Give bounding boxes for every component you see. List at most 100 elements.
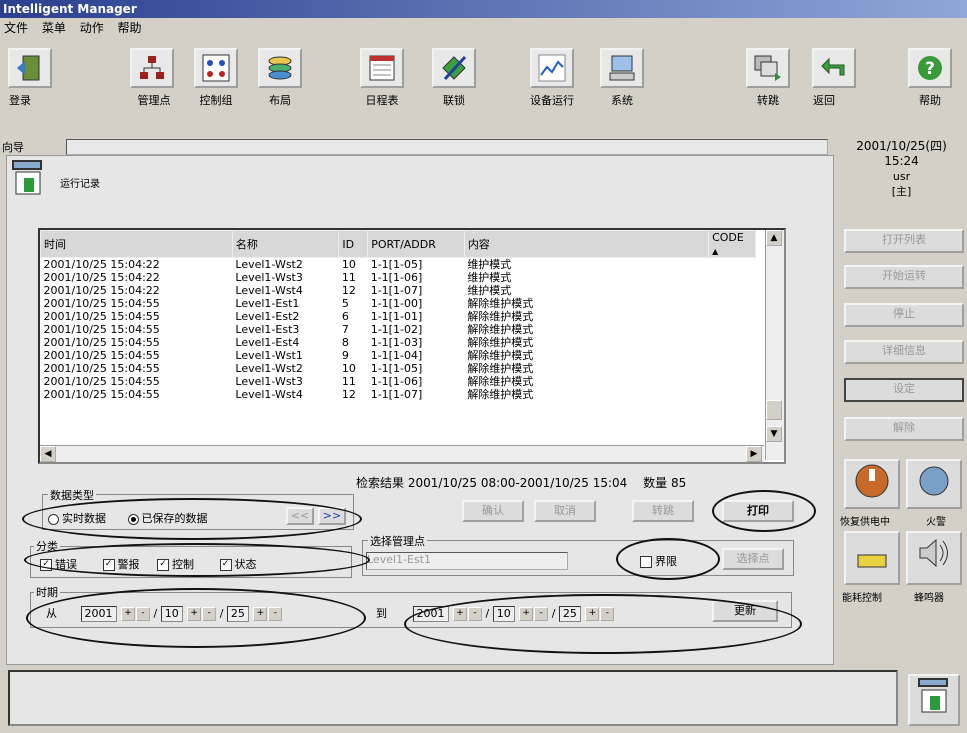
table-cell: 7	[341, 323, 349, 336]
table-cell: 1-1[1-01]	[370, 310, 423, 323]
nav-field	[66, 139, 828, 155]
help-icon: ?	[908, 48, 952, 88]
table-cell: 12	[341, 388, 356, 401]
col-time[interactable]: 时间	[40, 230, 233, 258]
menu-file[interactable]: 文件	[4, 21, 28, 35]
door-icon	[8, 48, 52, 88]
table-row[interactable]: 2001/10/25 15:04:55 Level1-Est2 6 1-1[1-01]…	[41, 310, 756, 323]
menu-help[interactable]: 帮助	[118, 21, 142, 35]
layout-button[interactable]: 布局	[258, 48, 302, 108]
menu-menu[interactable]: 菜单	[42, 21, 66, 35]
table-cell: 5	[341, 297, 349, 310]
fire-alarm-label: 火警	[926, 517, 946, 528]
scroll-right-icon[interactable]: ▶	[746, 446, 762, 462]
fire-alarm-button[interactable]	[906, 459, 962, 509]
window-title: Intelligent Manager	[0, 0, 967, 18]
status-bar	[8, 670, 898, 726]
table-cell	[709, 297, 756, 310]
table-cell: 1-1[1-00]	[370, 297, 423, 310]
clock: 2001/10/25(四) 15:24 usr [主]	[836, 139, 967, 199]
table-row[interactable]: 2001/10/25 15:04:55 Level1-Est1 5 1-1[1-00]…	[41, 297, 756, 310]
table-cell	[709, 258, 756, 272]
interlock-button[interactable]: 联锁	[432, 48, 476, 108]
annotation-ellipse	[24, 543, 370, 577]
start-run-button[interactable]: 开始运转	[844, 265, 964, 289]
page-icon	[12, 160, 46, 203]
help-button[interactable]: ? 帮助	[908, 48, 952, 108]
table-row[interactable]: 2001/10/25 15:04:22 Level1-Wst4 12 1-1[1-07…	[41, 284, 756, 297]
clock-date: 2001/10/25(四)	[856, 139, 947, 153]
toolbar: 登录 管理点 控制组 布局 日程表 联锁 设备运行 系统 转跳 返回 ? 帮助	[0, 40, 967, 130]
menu-action[interactable]: 动作	[80, 21, 104, 35]
table-row[interactable]: 2001/10/25 15:04:55 Level1-Wst1 9 1-1[1-04]…	[41, 349, 756, 362]
table-row[interactable]: 2001/10/25 15:04:55 Level1-Est4 8 1-1[1-03]…	[41, 336, 756, 349]
table-cell: 2001/10/25 15:04:55	[43, 349, 160, 362]
log-table[interactable]: 时间 名称 ID PORT/ADDR 内容 CODE ▲ 2001/10/25 …	[38, 228, 786, 464]
scroll-down-icon[interactable]: ▼	[766, 426, 782, 442]
annotation-ellipse	[616, 538, 720, 580]
table-cell: 维护模式	[467, 271, 512, 284]
col-content[interactable]: 内容	[463, 230, 710, 258]
page-icon	[918, 678, 948, 713]
detail-button[interactable]: 详细信息	[844, 340, 964, 364]
table-cell: Level1-Wst1	[235, 349, 303, 362]
table-cell: 2001/10/25 15:04:22	[43, 258, 160, 271]
device-run-button[interactable]: 设备运行	[530, 48, 574, 108]
table-row[interactable]: 2001/10/25 15:04:55 Level1-Wst3 11 1-1[1-06…	[41, 375, 756, 388]
calendar-icon	[360, 48, 404, 88]
back-button[interactable]: 返回	[812, 48, 856, 108]
energy-control-label: 能耗控制	[842, 593, 882, 604]
confirm-button[interactable]: 确认	[462, 500, 524, 522]
scroll-thumb[interactable]	[766, 400, 782, 420]
cancel-button[interactable]: 取消	[534, 500, 596, 522]
energy-control-button[interactable]	[844, 531, 900, 585]
horizontal-scrollbar[interactable]: ◀ ▶	[40, 445, 764, 462]
table-row[interactable]: 2001/10/25 15:04:55 Level1-Est3 7 1-1[1-02]…	[41, 323, 756, 336]
guide-button[interactable]	[908, 674, 960, 726]
table-cell: Level1-Est3	[235, 323, 300, 336]
open-list-button[interactable]: 打开列表	[844, 229, 964, 253]
mgmt-point-button[interactable]: 管理点	[130, 48, 174, 108]
table-row[interactable]: 2001/10/25 15:04:22 Level1-Wst3 11 1-1[1-06…	[41, 271, 756, 284]
table-cell: Level1-Wst2	[235, 362, 303, 375]
scroll-up-icon[interactable]: ▲	[766, 230, 782, 246]
mgmt-point-field[interactable]: Level1-Est1	[366, 552, 568, 570]
table-cell: 1-1[1-07]	[370, 388, 423, 401]
settings-button[interactable]: 设定	[844, 378, 964, 402]
table-cell	[709, 310, 756, 323]
table-cell: 维护模式	[467, 258, 512, 271]
jump-button[interactable]: 转跳	[632, 500, 694, 522]
col-id[interactable]: ID	[338, 230, 369, 258]
col-port[interactable]: PORT/ADDR	[367, 230, 465, 258]
control-group-button[interactable]: 控制组	[194, 48, 238, 108]
col-code[interactable]: CODE ▲	[708, 230, 756, 258]
table-cell: Level1-Wst4	[235, 388, 303, 401]
table-cell	[709, 349, 756, 362]
annotation-ellipse	[22, 498, 362, 540]
annotation-ellipse	[712, 490, 816, 532]
data-type-title: 数据类型	[48, 487, 96, 503]
login-button[interactable]: 登录	[8, 48, 52, 108]
table-cell: 2001/10/25 15:04:55	[43, 297, 160, 310]
stop-button[interactable]: 停止	[844, 303, 964, 327]
buzzer-button[interactable]	[906, 531, 962, 585]
system-button[interactable]: 系统	[600, 48, 644, 108]
scroll-left-icon[interactable]: ◀	[40, 446, 56, 462]
select-point-button[interactable]: 选择点	[722, 548, 784, 570]
table-row[interactable]: 2001/10/25 15:04:55 Level1-Wst4 12 1-1[1-07…	[41, 388, 756, 401]
dismiss-button[interactable]: 解除	[844, 417, 964, 441]
table-cell: 1-1[1-02]	[370, 323, 423, 336]
table-cell: 2001/10/25 15:04:22	[43, 284, 160, 297]
table-cell: 11	[341, 271, 356, 284]
vertical-scrollbar[interactable]: ▲ ▼	[765, 230, 784, 460]
table-cell: 8	[341, 336, 349, 349]
switch-button[interactable]: 转跳	[746, 48, 790, 108]
table-row[interactable]: 2001/10/25 15:04:22 Level1-Wst2 10 1-1[1-05…	[41, 258, 756, 272]
schedule-button[interactable]: 日程表	[360, 48, 404, 108]
table-cell: 2001/10/25 15:04:55	[43, 310, 160, 323]
restore-power-button[interactable]	[844, 459, 900, 509]
line-chart-icon	[530, 48, 574, 88]
table-cell: Level1-Wst3	[235, 375, 303, 388]
table-row[interactable]: 2001/10/25 15:04:55 Level1-Wst2 10 1-1[1-05…	[41, 362, 756, 375]
col-name[interactable]: 名称	[231, 230, 340, 258]
